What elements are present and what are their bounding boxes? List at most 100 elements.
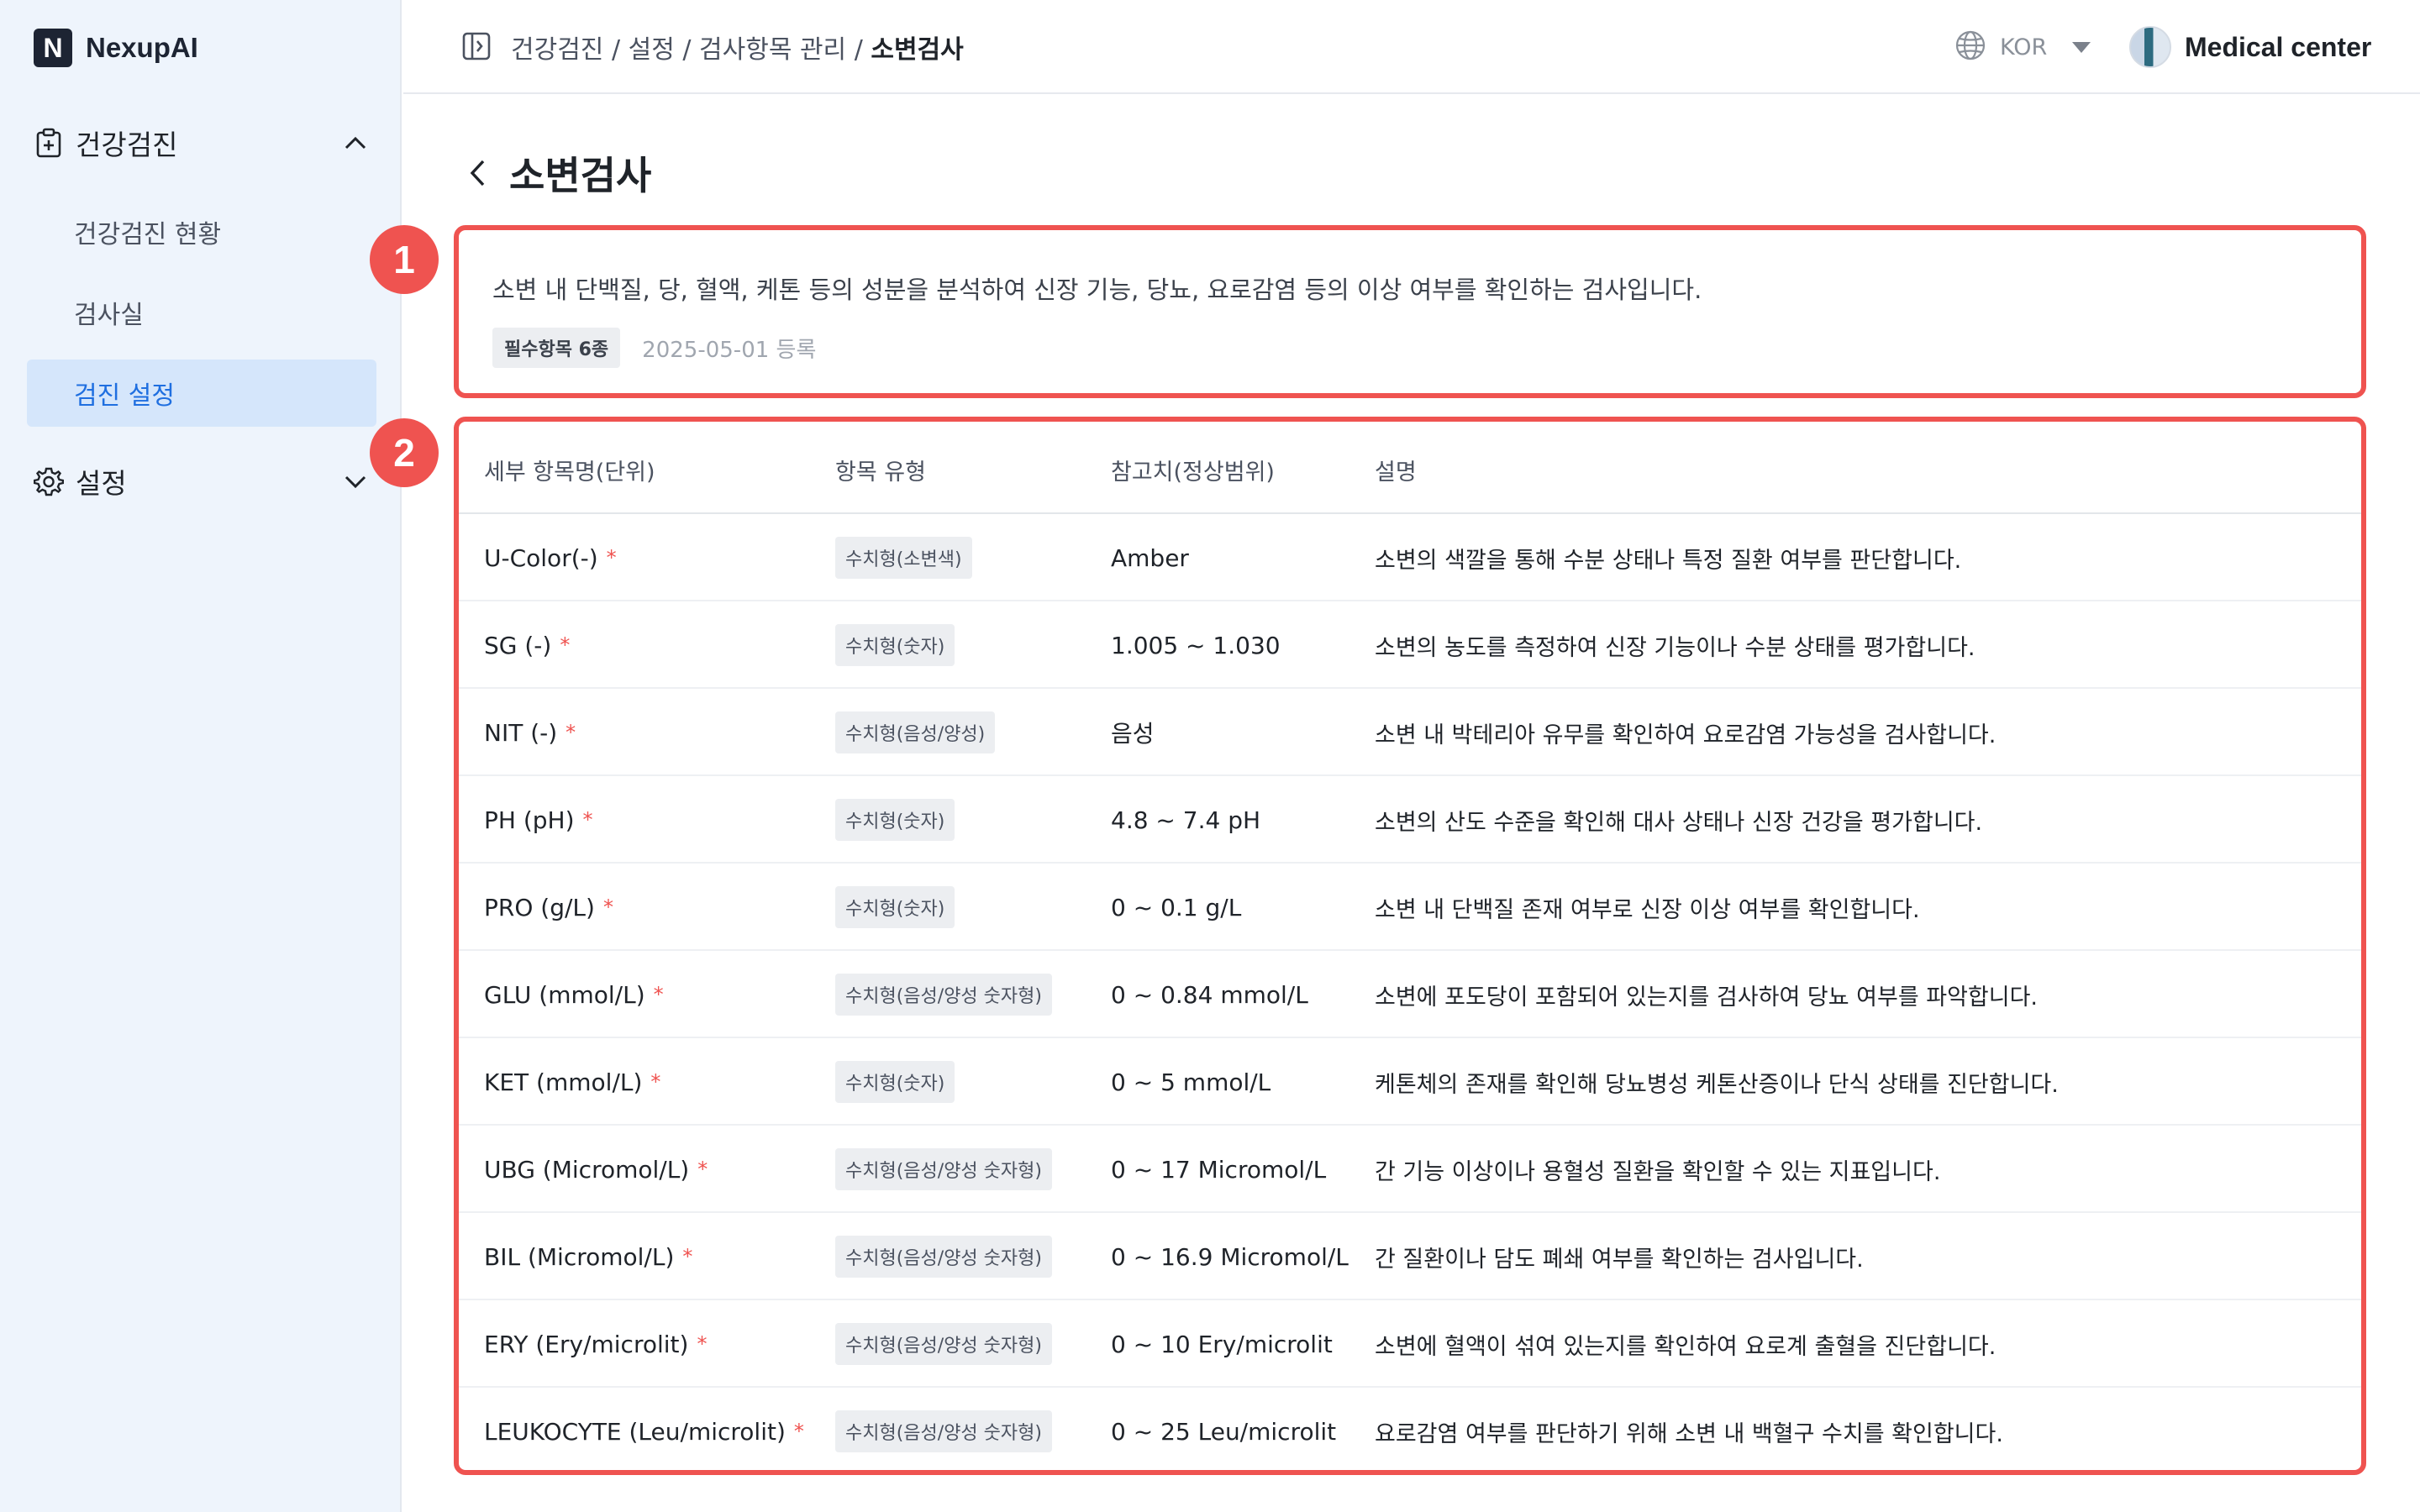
item-type-badge: 수치형(숫자) <box>835 799 955 841</box>
item-reference: 4.8 ~ 7.4 pH <box>1111 806 1261 834</box>
topbar: 건강검진 / 설정 / 검사항목 관리 / 소변검사 KOR Medical c… <box>403 0 2420 94</box>
item-reference: 음성 <box>1111 720 1155 748</box>
sidebar-group-health-checkup[interactable]: 건강검진 <box>34 122 370 164</box>
table-row[interactable]: LEUKOCYTE (Leu/microlit) * 수치형(음성/양성 숫자형) 0… <box>459 1388 2361 1470</box>
column-header-type: 항목 유형 <box>835 459 926 486</box>
item-name-cell: GLU (mmol/L) * <box>484 951 664 1038</box>
item-name: NIT (-) <box>484 718 558 747</box>
item-name: U-Color(-) <box>484 543 598 572</box>
caret-down-icon <box>2072 41 2091 53</box>
item-type-cell: 수치형(음성/양성 숫자형) <box>835 1388 1052 1470</box>
item-description: 간 질환이나 담도 폐쇄 여부를 확인하는 검사입니다. <box>1375 1246 1864 1273</box>
table-row[interactable]: GLU (mmol/L) * 수치형(음성/양성 숫자형) 0 ~ 0.84 mmol… <box>459 951 2361 1038</box>
item-description: 소변 내 단백질 존재 여부로 신장 이상 여부를 확인합니다. <box>1375 896 1920 923</box>
chevron-down-icon[interactable] <box>341 467 370 496</box>
required-star: * <box>560 633 571 657</box>
required-star: * <box>793 1420 804 1443</box>
test-items-table: 세부 항목명(단위) 항목 유형 참고치(정상범위) 설명 U-Color(-)… <box>454 417 2366 1475</box>
table-row[interactable]: U-Color(-) * 수치형(소변색) Amber 소변의 색깔을 통해 수분 상태… <box>459 514 2361 601</box>
item-description: 소변에 혈액이 섞여 있는지를 확인하여 요로계 출혈을 진단합니다. <box>1375 1333 1996 1360</box>
required-star: * <box>653 983 664 1006</box>
chevron-up-icon[interactable] <box>341 129 370 157</box>
required-star: * <box>582 808 593 832</box>
table-row[interactable]: KET (mmol/L) * 수치형(숫자) 0 ~ 5 mmol/L 케톤체의 존재를… <box>459 1038 2361 1126</box>
item-type-cell: 수치형(소변색) <box>835 514 972 601</box>
item-type-cell: 수치형(숫자) <box>835 601 955 689</box>
breadcrumb-item[interactable]: 건강검진 <box>511 35 603 65</box>
table-header: 세부 항목명(단위) 항목 유형 참고치(정상범위) 설명 <box>459 422 2361 514</box>
table-row[interactable]: PH (pH) * 수치형(숫자) 4.8 ~ 7.4 pH 소변의 산도 수준을 확인… <box>459 776 2361 864</box>
item-type-badge: 수치형(숫자) <box>835 624 955 666</box>
annotation-marker-2: 2 <box>370 418 439 487</box>
item-reference: 1.005 ~ 1.030 <box>1111 631 1281 659</box>
column-header-description: 설명 <box>1375 459 1417 486</box>
app-name: NexupAI <box>86 32 198 63</box>
sidebar-group-settings[interactable]: 설정 <box>34 460 370 502</box>
table-row[interactable]: ERY (Ery/microlit) * 수치형(음성/양성 숫자형) 0 ~ 10 … <box>459 1300 2361 1388</box>
test-description: 소변 내 단백질, 당, 혈액, 케톤 등의 성분을 분석하여 신장 기능, 당… <box>492 276 1702 304</box>
logo-mark-icon: N <box>34 29 72 67</box>
item-name-cell: SG (-) * <box>484 601 570 689</box>
item-description: 간 기능 이상이나 용혈성 질환을 확인할 수 있는 지표입니다. <box>1375 1158 1941 1185</box>
item-type-cell: 수치형(음성/양성 숫자형) <box>835 1126 1052 1213</box>
sidebar-item-checkup-settings[interactable]: 검진 설정 <box>27 360 376 427</box>
breadcrumb-item[interactable]: 검사항목 관리 <box>699 35 846 65</box>
sidebar-toggle-icon[interactable] <box>462 32 491 60</box>
sidebar-item-exam-room[interactable]: 검사실 <box>27 279 376 346</box>
item-type-badge: 수치형(숫자) <box>835 886 955 928</box>
gear-icon <box>34 466 64 496</box>
item-type-badge: 수치형(음성/양성 숫자형) <box>835 1236 1052 1278</box>
language-selector[interactable]: KOR <box>1954 30 2091 64</box>
item-type-cell: 수치형(음성/양성 숫자형) <box>835 1213 1052 1300</box>
back-arrow-icon[interactable] <box>460 156 494 190</box>
item-name: LEUKOCYTE (Leu/microlit) <box>484 1417 786 1446</box>
table-row[interactable]: UBG (Micromol/L) * 수치형(음성/양성 숫자형) 0 ~ 17 Mi… <box>459 1126 2361 1213</box>
avatar <box>2129 26 2171 68</box>
sidebar-item-label: 검사실 <box>74 301 144 330</box>
item-reference: Amber <box>1111 543 1189 572</box>
item-name-cell: PRO (g/L) * <box>484 864 613 951</box>
item-description: 소변에 포도당이 포함되어 있는지를 검사하여 당뇨 여부를 파악합니다. <box>1375 984 2039 1011</box>
breadcrumb-item[interactable]: 설정 <box>629 35 675 65</box>
item-reference: 0 ~ 10 Ery/microlit <box>1111 1330 1333 1358</box>
required-star: * <box>697 1158 708 1181</box>
item-name-cell: ERY (Ery/microlit) * <box>484 1300 707 1388</box>
item-name: ERY (Ery/microlit) <box>484 1330 689 1358</box>
item-description: 소변 내 박테리아 유무를 확인하여 요로감염 가능성을 검사합니다. <box>1375 722 1996 748</box>
item-name-cell: KET (mmol/L) * <box>484 1038 660 1126</box>
table-row[interactable]: NIT (-) * 수치형(음성/양성) 음성 소변 내 박테리아 유무를 확인하여 요… <box>459 689 2361 776</box>
clipboard-plus-icon <box>34 128 64 158</box>
item-type-badge: 수치형(음성/양성) <box>835 711 996 753</box>
item-type-badge: 수치형(음성/양성 숫자형) <box>835 974 1052 1016</box>
annotation-marker-1: 1 <box>370 225 439 294</box>
table-row[interactable]: BIL (Micromol/L) * 수치형(음성/양성 숫자형) 0 ~ 16.9 … <box>459 1213 2361 1300</box>
item-description: 소변의 산도 수준을 확인해 대사 상태나 신장 건강을 평가합니다. <box>1375 809 1983 836</box>
item-name: GLU (mmol/L) <box>484 980 645 1009</box>
required-star: * <box>606 546 617 570</box>
item-type-badge: 수치형(소변색) <box>835 537 972 579</box>
item-type-cell: 수치형(숫자) <box>835 864 955 951</box>
item-reference: 0 ~ 5 mmol/L <box>1111 1068 1271 1096</box>
language-value: KOR <box>2000 34 2048 60</box>
required-count-badge: 필수항목 6종 <box>492 328 621 368</box>
column-header-reference: 참고치(정상범위) <box>1111 459 1275 486</box>
app-logo[interactable]: N NexupAI <box>34 29 198 67</box>
item-name: UBG (Micromol/L) <box>484 1155 690 1184</box>
item-name-cell: U-Color(-) * <box>484 514 617 601</box>
user-profile[interactable]: Medical center <box>2129 25 2371 69</box>
column-header-name: 세부 항목명(단위) <box>484 459 655 486</box>
sidebar-item-checkup-status[interactable]: 건강검진 현황 <box>27 198 376 265</box>
item-name: PRO (g/L) <box>484 893 595 921</box>
required-star: * <box>650 1070 661 1094</box>
item-type-cell: 수치형(음성/양성 숫자형) <box>835 1300 1052 1388</box>
table-row[interactable]: PRO (g/L) * 수치형(숫자) 0 ~ 0.1 g/L 소변 내 단백질 존재 … <box>459 864 2361 951</box>
test-summary-card: 소변 내 단백질, 당, 혈액, 케톤 등의 성분을 분석하여 신장 기능, 당… <box>454 225 2366 398</box>
breadcrumb: 건강검진 / 설정 / 검사항목 관리 / 소변검사 <box>511 35 964 65</box>
item-reference: 0 ~ 17 Micromol/L <box>1111 1155 1327 1184</box>
table-row[interactable]: SG (-) * 수치형(숫자) 1.005 ~ 1.030 소변의 농도를 측정하여 … <box>459 601 2361 689</box>
item-type-cell: 수치형(음성/양성 숫자형) <box>835 951 1052 1038</box>
item-reference: 0 ~ 0.84 mmol/L <box>1111 980 1308 1009</box>
item-type-badge: 수치형(음성/양성 숫자형) <box>835 1323 1052 1365</box>
item-type-cell: 수치형(음성/양성) <box>835 689 996 776</box>
registered-date: 2025-05-01 등록 <box>642 337 817 363</box>
